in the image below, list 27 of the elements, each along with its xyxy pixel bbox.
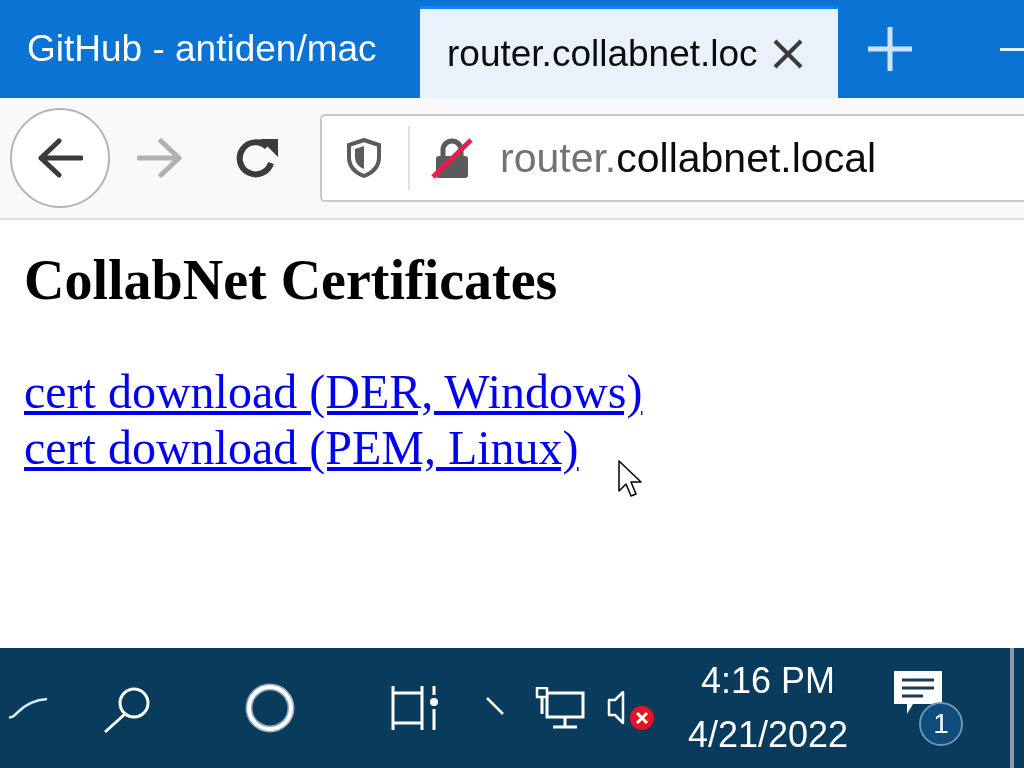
close-icon xyxy=(773,38,803,69)
plus-icon xyxy=(868,27,912,71)
swoosh-icon[interactable] xyxy=(8,697,48,719)
browser-tab[interactable]: router.collabnet.loc xyxy=(420,6,838,98)
ring-icon[interactable] xyxy=(245,683,295,733)
search-icon[interactable] xyxy=(102,686,152,734)
forward-arrow-icon xyxy=(137,138,183,178)
slash-icon[interactable] xyxy=(486,697,504,715)
crossed-lock-icon[interactable] xyxy=(430,137,474,179)
minimize-icon[interactable] xyxy=(1000,48,1024,52)
page-heading: CollabNet Certificates xyxy=(24,248,558,313)
muted-speaker-icon[interactable] xyxy=(607,691,657,731)
address-bar[interactable]: router.collabnet.local xyxy=(320,114,1024,202)
browser-tab[interactable]: GitHub - antiden/mac xyxy=(0,0,420,98)
clock-button[interactable]: 4:16 PM 4/21/2022 xyxy=(679,654,857,762)
shield-icon[interactable] xyxy=(346,138,382,178)
download-link[interactable]: cert download (PEM, Linux) xyxy=(24,420,579,477)
task-view-icon[interactable] xyxy=(390,685,440,731)
download-link[interactable]: cert download (DER, Windows) xyxy=(24,364,643,421)
url-text[interactable]: router.collabnet.local xyxy=(500,134,877,182)
mouse-pointer-icon xyxy=(618,460,644,498)
reload-icon xyxy=(234,136,280,180)
message-icon xyxy=(893,670,943,716)
notification-badge: 1 xyxy=(919,702,963,746)
back-arrow-icon xyxy=(37,138,83,178)
network-icon[interactable] xyxy=(535,687,585,729)
action-center-button[interactable]: 1 xyxy=(893,666,969,750)
